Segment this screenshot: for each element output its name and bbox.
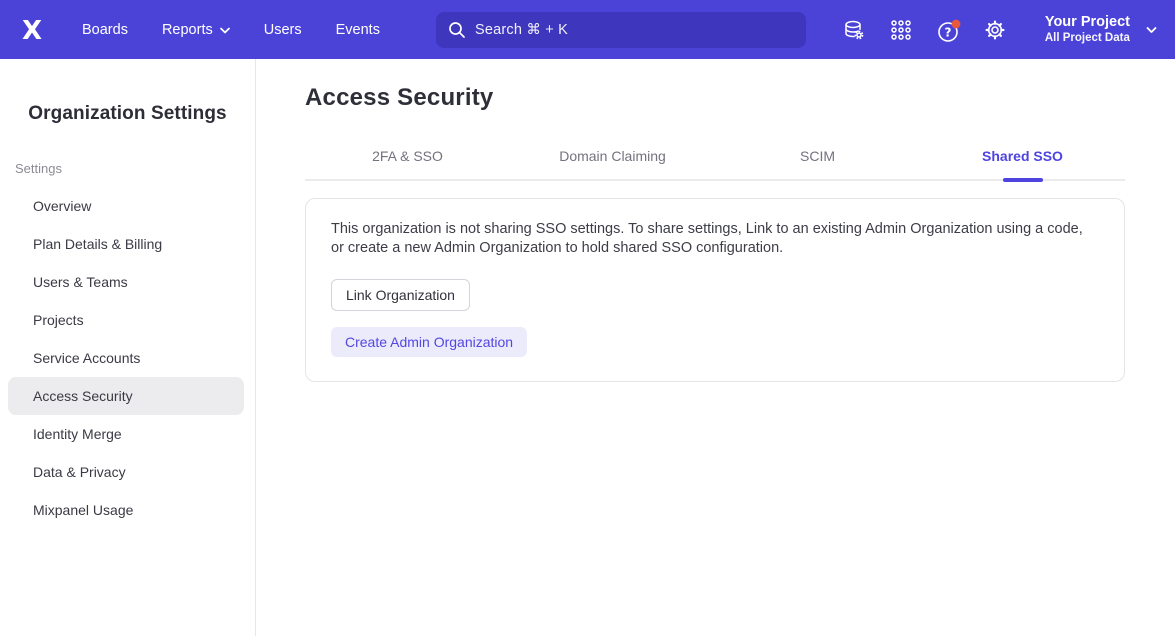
tab-domain-claiming[interactable]: Domain Claiming <box>510 148 715 179</box>
link-organization-row: Link Organization <box>331 279 1094 311</box>
content-shell: Organization Settings Settings Overview … <box>0 59 1175 636</box>
apps-grid-icon[interactable] <box>890 19 912 41</box>
tab-shared-sso-label: Shared SSO <box>982 148 1063 164</box>
settings-sidebar: Organization Settings Settings Overview … <box>0 59 256 636</box>
sidebar-item-users-teams[interactable]: Users & Teams <box>8 263 244 301</box>
search-box[interactable] <box>436 12 806 48</box>
nav-users-label: Users <box>264 22 302 38</box>
search-icon <box>448 21 466 39</box>
nav-boards[interactable]: Boards <box>82 22 128 38</box>
nav-reports-label: Reports <box>162 22 213 38</box>
create-admin-organization-row: Create Admin Organization <box>331 327 1094 357</box>
nav-reports[interactable]: Reports <box>162 22 230 38</box>
link-organization-button[interactable]: Link Organization <box>331 279 470 311</box>
tab-bar: 2FA & SSO Domain Claiming SCIM Shared SS… <box>305 148 1125 181</box>
top-nav: X Boards Reports Users Events <box>0 0 1175 59</box>
nav-users[interactable]: Users <box>264 22 302 38</box>
sidebar-item-plan-details-billing[interactable]: Plan Details & Billing <box>8 225 244 263</box>
nav-events-label: Events <box>336 22 380 38</box>
help-icon[interactable]: ? <box>937 19 959 41</box>
page-title: Access Security <box>305 84 1175 112</box>
nav-right: ? Your Proj <box>843 13 1157 46</box>
project-name: Your Project <box>1045 13 1130 31</box>
sidebar-item-mixpanel-usage[interactable]: Mixpanel Usage <box>8 491 244 529</box>
sidebar-item-service-accounts[interactable]: Service Accounts <box>8 339 244 377</box>
settings-gear-icon[interactable] <box>984 19 1006 41</box>
chevron-down-icon <box>220 22 230 38</box>
data-management-icon[interactable] <box>843 19 865 41</box>
shared-sso-description: This organization is not sharing SSO set… <box>331 220 1093 258</box>
sidebar-item-identity-merge[interactable]: Identity Merge <box>8 415 244 453</box>
sidebar-item-access-security[interactable]: Access Security <box>8 377 244 415</box>
shared-sso-card: This organization is not sharing SSO set… <box>305 198 1125 382</box>
sidebar-section-label: Settings <box>15 161 255 176</box>
sidebar-item-overview[interactable]: Overview <box>8 187 244 225</box>
primary-nav: Boards Reports Users Events <box>82 22 380 38</box>
main-content: Access Security 2FA & SSO Domain Claimin… <box>256 59 1175 636</box>
svg-text:X: X <box>22 16 42 45</box>
project-switcher[interactable]: Your Project All Project Data <box>1045 13 1157 46</box>
nav-events[interactable]: Events <box>336 22 380 38</box>
sidebar-item-data-privacy[interactable]: Data & Privacy <box>8 453 244 491</box>
tab-shared-sso[interactable]: Shared SSO <box>920 148 1125 179</box>
mixpanel-logo[interactable]: X <box>16 14 48 46</box>
create-admin-organization-button[interactable]: Create Admin Organization <box>331 327 527 357</box>
project-meta: Your Project All Project Data <box>1045 13 1130 46</box>
chevron-down-icon <box>1146 21 1157 39</box>
sidebar-title: Organization Settings <box>0 103 255 125</box>
tab-scim[interactable]: SCIM <box>715 148 920 179</box>
tab-2fa-sso[interactable]: 2FA & SSO <box>305 148 510 179</box>
svg-text:?: ? <box>944 25 951 39</box>
sidebar-list: Overview Plan Details & Billing Users & … <box>0 187 255 529</box>
nav-boards-label: Boards <box>82 22 128 38</box>
sidebar-item-projects[interactable]: Projects <box>8 301 244 339</box>
active-tab-underline <box>1003 178 1043 182</box>
search-input[interactable] <box>475 22 794 38</box>
project-subtitle: All Project Data <box>1045 31 1130 45</box>
